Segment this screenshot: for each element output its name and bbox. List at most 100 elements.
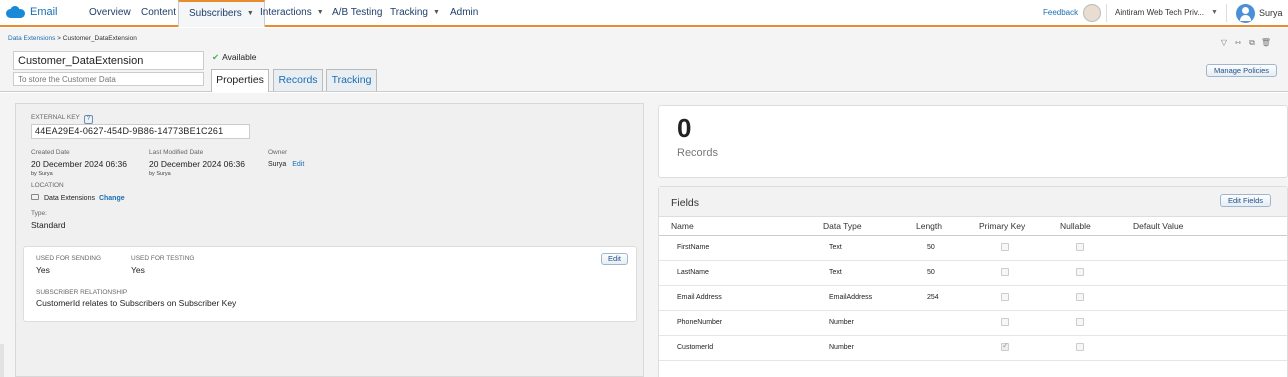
created-date-value: 20 December 2024 06:36 <box>31 159 127 169</box>
breadcrumb-separator: > <box>55 35 63 42</box>
nullable-checkbox[interactable] <box>1076 293 1084 301</box>
column-header-nullable[interactable]: Nullable <box>1060 221 1091 231</box>
chevron-down-icon[interactable]: ▼ <box>1211 9 1218 16</box>
nav-interactions[interactable]: Interactions ▼ <box>260 0 324 27</box>
column-header-default-value[interactable]: Default Value <box>1133 221 1183 231</box>
field-length: 50 <box>927 269 935 276</box>
nav-ab-testing[interactable]: A/B Testing <box>332 0 382 27</box>
column-header-data-type[interactable]: Data Type <box>823 221 862 231</box>
owner-value: Surya Edit <box>268 161 304 168</box>
breadcrumb-data-extensions[interactable]: Data Extensions <box>8 35 55 42</box>
toolbar: ▽ ⇿ ⧉ 🗑 <box>1218 37 1278 49</box>
nav-subscribers[interactable]: Subscribers ▼ <box>178 0 265 27</box>
nav-content[interactable]: Content <box>141 0 176 27</box>
modified-date-value: 20 December 2024 06:36 <box>149 159 245 169</box>
primary-key-checkbox[interactable] <box>1001 318 1009 326</box>
column-header-name[interactable]: Name <box>671 221 694 231</box>
column-header-primary-key[interactable]: Primary Key <box>979 221 1025 231</box>
check-icon: ✔ <box>212 52 220 62</box>
nav-label: Tracking <box>390 7 428 18</box>
field-type: Text <box>829 269 842 276</box>
field-type: Number <box>829 344 854 351</box>
nullable-checkbox[interactable] <box>1076 268 1084 276</box>
status-badge: ✔ Available <box>212 52 256 63</box>
sending-settings-box: USED FOR SENDING Yes USED FOR TESTING Ye… <box>23 246 637 322</box>
chevron-down-icon: ▼ <box>432 9 440 16</box>
user-avatar-icon[interactable] <box>1236 4 1255 23</box>
nav-tracking[interactable]: Tracking ▼ <box>390 0 440 27</box>
field-name: LastName <box>677 269 709 276</box>
app-logo[interactable]: Email <box>6 5 58 19</box>
extension-name-input[interactable] <box>13 51 204 70</box>
used-sending-value: Yes <box>36 265 50 275</box>
move-icon[interactable]: ⇿ <box>1232 37 1244 49</box>
location-value: Data Extensions Change <box>31 194 125 202</box>
records-count: 0 <box>677 113 692 143</box>
filter-icon[interactable]: ▽ <box>1218 37 1230 49</box>
location-change-link[interactable]: Change <box>99 195 125 202</box>
edit-fields-button[interactable]: Edit Fields <box>1220 194 1271 207</box>
divider <box>1226 4 1227 22</box>
extension-description-input[interactable] <box>13 72 204 86</box>
nav-admin[interactable]: Admin <box>450 0 478 27</box>
subscriber-relationship-value: CustomerId relates to Subscribers on Sub… <box>36 298 237 308</box>
feedback-avatar[interactable] <box>1083 4 1101 22</box>
external-key-label: EXTERNAL KEY? <box>31 114 93 124</box>
subscriber-relationship-label: SUBSCRIBER RELATIONSHIP <box>36 289 128 296</box>
fields-title: Fields <box>671 197 700 209</box>
scrollbar[interactable] <box>0 344 4 377</box>
primary-key-checkbox[interactable] <box>1001 268 1009 276</box>
field-length: 50 <box>927 244 935 251</box>
divider <box>1106 4 1107 22</box>
chevron-down-icon: ▼ <box>246 10 254 17</box>
field-name: Email Address <box>677 294 722 301</box>
user-name[interactable]: Surya <box>1259 8 1283 18</box>
table-row: FirstName Text 50 <box>659 236 1287 261</box>
tab-tracking[interactable]: Tracking <box>326 69 377 91</box>
nullable-checkbox[interactable] <box>1076 243 1084 251</box>
owner-edit-link[interactable]: Edit <box>292 161 304 168</box>
fields-header: Fields Edit Fields <box>659 187 1287 217</box>
app-name: Email <box>30 6 58 18</box>
external-key-field[interactable]: 44EA29E4-0627-454D-9B86-14773BE1C261 <box>31 124 250 139</box>
used-testing-label: USED FOR TESTING <box>131 255 195 262</box>
primary-key-checkbox[interactable] <box>1001 341 1009 351</box>
properties-panel: EXTERNAL KEY? 44EA29E4-0627-454D-9B86-14… <box>15 103 644 377</box>
nav-label: Interactions <box>260 7 312 18</box>
nullable-checkbox[interactable] <box>1076 343 1084 351</box>
primary-key-checkbox[interactable] <box>1001 243 1009 251</box>
nav-label: Admin <box>450 7 479 18</box>
feedback-link[interactable]: Feedback <box>1043 8 1078 17</box>
created-date-label: Created Date <box>31 149 70 156</box>
status-text: Available <box>222 52 257 62</box>
nav-overview[interactable]: Overview <box>89 0 131 27</box>
records-label: Records <box>677 147 718 159</box>
nav-label: A/B Testing <box>332 7 383 18</box>
nullable-checkbox[interactable] <box>1076 318 1084 326</box>
table-row: CustomerId Number <box>659 336 1287 361</box>
manage-policies-button[interactable]: Manage Policies <box>1206 64 1277 77</box>
field-name: PhoneNumber <box>677 319 723 326</box>
folder-icon <box>31 194 39 200</box>
table-row: Email Address EmailAddress 254 <box>659 286 1287 311</box>
primary-key-checkbox[interactable] <box>1001 293 1009 301</box>
business-unit-selector[interactable]: Aintiram Web Tech Priv... <box>1115 8 1204 17</box>
help-icon[interactable]: ? <box>83 115 93 124</box>
top-nav: Email Overview Content Subscribers ▼ Inte… <box>0 0 1288 27</box>
breadcrumb: Data Extensions > Customer_DataExtension <box>8 35 137 42</box>
page-header: Data Extensions > Customer_DataExtension… <box>0 28 1288 92</box>
records-card: 0 Records <box>658 105 1288 178</box>
used-testing-value: Yes <box>131 265 145 275</box>
tab-records[interactable]: Records <box>273 69 323 91</box>
field-name: CustomerId <box>677 344 714 351</box>
column-header-length[interactable]: Length <box>916 221 942 231</box>
cloud-icon <box>6 5 26 19</box>
copy-icon[interactable]: ⧉ <box>1246 37 1258 49</box>
breadcrumb-current: Customer_DataExtension <box>62 35 137 42</box>
modified-date-label: Last Modified Date <box>149 149 204 156</box>
trash-icon[interactable]: 🗑 <box>1260 37 1272 49</box>
edit-button[interactable]: Edit <box>601 253 628 265</box>
tab-label: Records <box>278 74 318 86</box>
location-label: LOCATION <box>31 182 64 189</box>
tab-properties[interactable]: Properties <box>211 69 269 92</box>
